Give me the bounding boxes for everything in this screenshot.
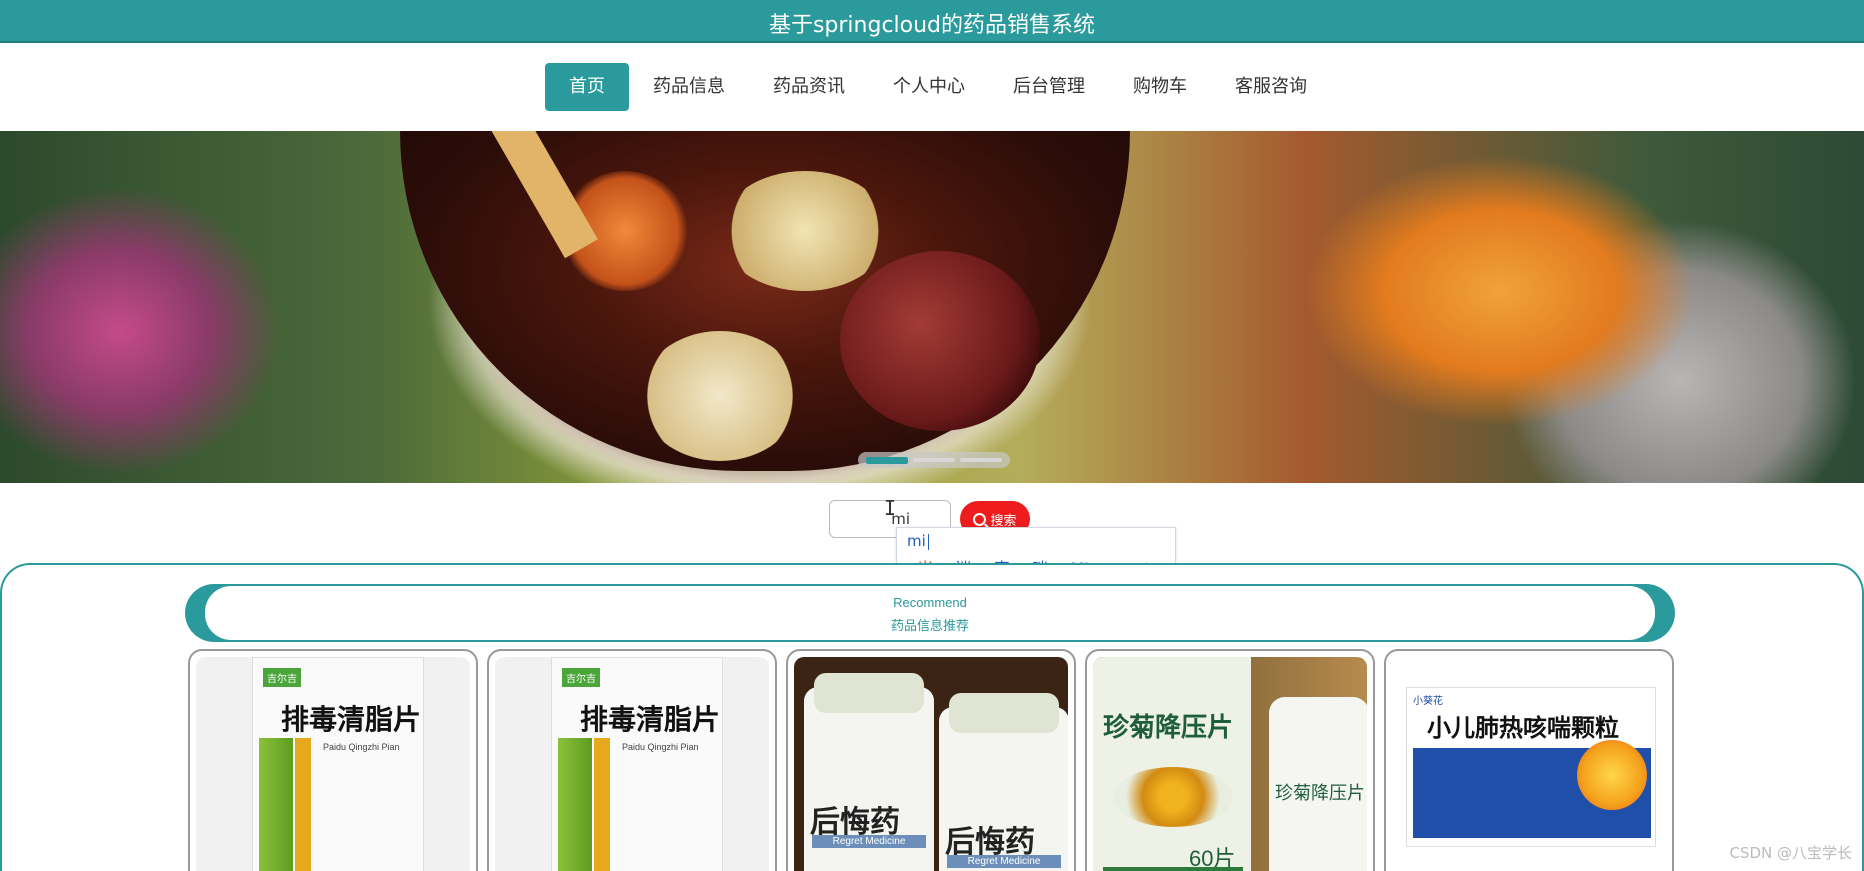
- product-name: 排毒清脂片: [580, 703, 721, 736]
- medicine-bottle: 后悔药 Regret Medicine: [804, 673, 934, 871]
- nav-item-home[interactable]: 首页: [545, 63, 629, 111]
- product-image[interactable]: 小葵花 小儿肺热咳喘颗粒: [1392, 657, 1666, 871]
- product-image[interactable]: 后悔药 Regret Medicine 后悔药 Regret Medicine: [794, 657, 1068, 871]
- nav-item-drug-news[interactable]: 药品资讯: [749, 63, 869, 111]
- recommend-title-en: Recommend: [893, 595, 967, 610]
- product-name: 珍菊降压片: [1103, 713, 1234, 743]
- product-brand: 吉尔吉: [263, 668, 301, 687]
- ime-composition: mi: [907, 532, 929, 550]
- package-stripe: [259, 738, 293, 871]
- search-button-label: 搜索: [990, 513, 1017, 529]
- product-image[interactable]: 吉尔吉 排毒清脂片 Paidu Qingzhi Pian: [196, 657, 470, 871]
- product-name-en: Regret Medicine: [947, 855, 1061, 868]
- carousel-dot-3[interactable]: [960, 458, 1002, 462]
- sunflower-mascot-icon: [1577, 740, 1647, 810]
- main-nav: 首页 药品信息 药品资讯 个人中心 后台管理 购物车 客服咨询: [0, 43, 1864, 131]
- banner-carousel[interactable]: [0, 131, 1864, 483]
- product-name: 排毒清脂片: [281, 703, 422, 736]
- nav-item-profile[interactable]: 个人中心: [869, 63, 989, 111]
- nav-item-cart[interactable]: 购物车: [1109, 63, 1211, 111]
- medicine-bottle: 珍菊降压片: [1269, 697, 1367, 871]
- nav-item-drug-info[interactable]: 药品信息: [629, 63, 749, 111]
- product-brand: 小葵花: [1413, 696, 1443, 707]
- product-card[interactable]: 珍菊降压片 60片 珍菊降压片: [1085, 649, 1375, 871]
- product-name: 小儿肺热咳喘颗粒: [1427, 714, 1619, 742]
- medicine-bottle: 后悔药 Regret Medicine: [939, 693, 1068, 871]
- package-stripe: [295, 738, 311, 871]
- product-pinyin: Paidu Qingzhi Pian: [323, 742, 400, 752]
- carousel-dot-2[interactable]: [913, 458, 955, 462]
- product-image[interactable]: 珍菊降压片 60片 珍菊降压片: [1093, 657, 1367, 871]
- product-image[interactable]: 吉尔吉 排毒清脂片 Paidu Qingzhi Pian: [495, 657, 769, 871]
- product-name: 珍菊降压片: [1275, 783, 1365, 804]
- carousel-dot-1[interactable]: [866, 456, 908, 464]
- nav-item-admin[interactable]: 后台管理: [989, 63, 1109, 111]
- product-card[interactable]: 吉尔吉 排毒清脂片 Paidu Qingzhi Pian: [188, 649, 478, 871]
- product-card[interactable]: 小葵花 小儿肺热咳喘颗粒: [1384, 649, 1674, 871]
- product-grid: 吉尔吉 排毒清脂片 Paidu Qingzhi Pian 吉尔吉 排毒清脂片 P…: [188, 649, 1674, 871]
- search-icon: [973, 512, 987, 526]
- product-name-en: Regret Medicine: [812, 835, 926, 848]
- bottle-cap: [949, 693, 1059, 733]
- banner-fruit: [840, 251, 1040, 431]
- bottle-cap: [814, 673, 924, 713]
- header-bar: 基于springcloud的药品销售系统: [0, 0, 1864, 43]
- product-card[interactable]: 吉尔吉 排毒清脂片 Paidu Qingzhi Pian: [487, 649, 777, 871]
- app-title: 基于springcloud的药品销售系统: [768, 13, 1096, 38]
- package-band: [1103, 867, 1243, 871]
- recommend-title-zh: 药品信息推荐: [890, 619, 969, 634]
- carousel-indicators: [858, 452, 1010, 468]
- package-stripe: [558, 738, 592, 871]
- product-pinyin: Paidu Qingzhi Pian: [622, 742, 699, 752]
- product-brand: 吉尔吉: [562, 668, 600, 687]
- package-stripe: [594, 738, 610, 871]
- watermark: CSDN @八宝学长: [1729, 844, 1852, 862]
- banner-fruit: [720, 171, 890, 291]
- flower-graphic: [1113, 767, 1233, 827]
- product-card[interactable]: 后悔药 Regret Medicine 后悔药 Regret Medicine: [786, 649, 1076, 871]
- nav-item-support[interactable]: 客服咨询: [1211, 63, 1331, 111]
- medicine-package: 小葵花 小儿肺热咳喘颗粒: [1406, 687, 1656, 847]
- medicine-package: 珍菊降压片 60片: [1093, 657, 1251, 871]
- banner-fruit: [640, 331, 800, 461]
- recommend-header: Recommend 药品信息推荐: [185, 584, 1675, 642]
- text-cursor-icon: I: [884, 496, 897, 520]
